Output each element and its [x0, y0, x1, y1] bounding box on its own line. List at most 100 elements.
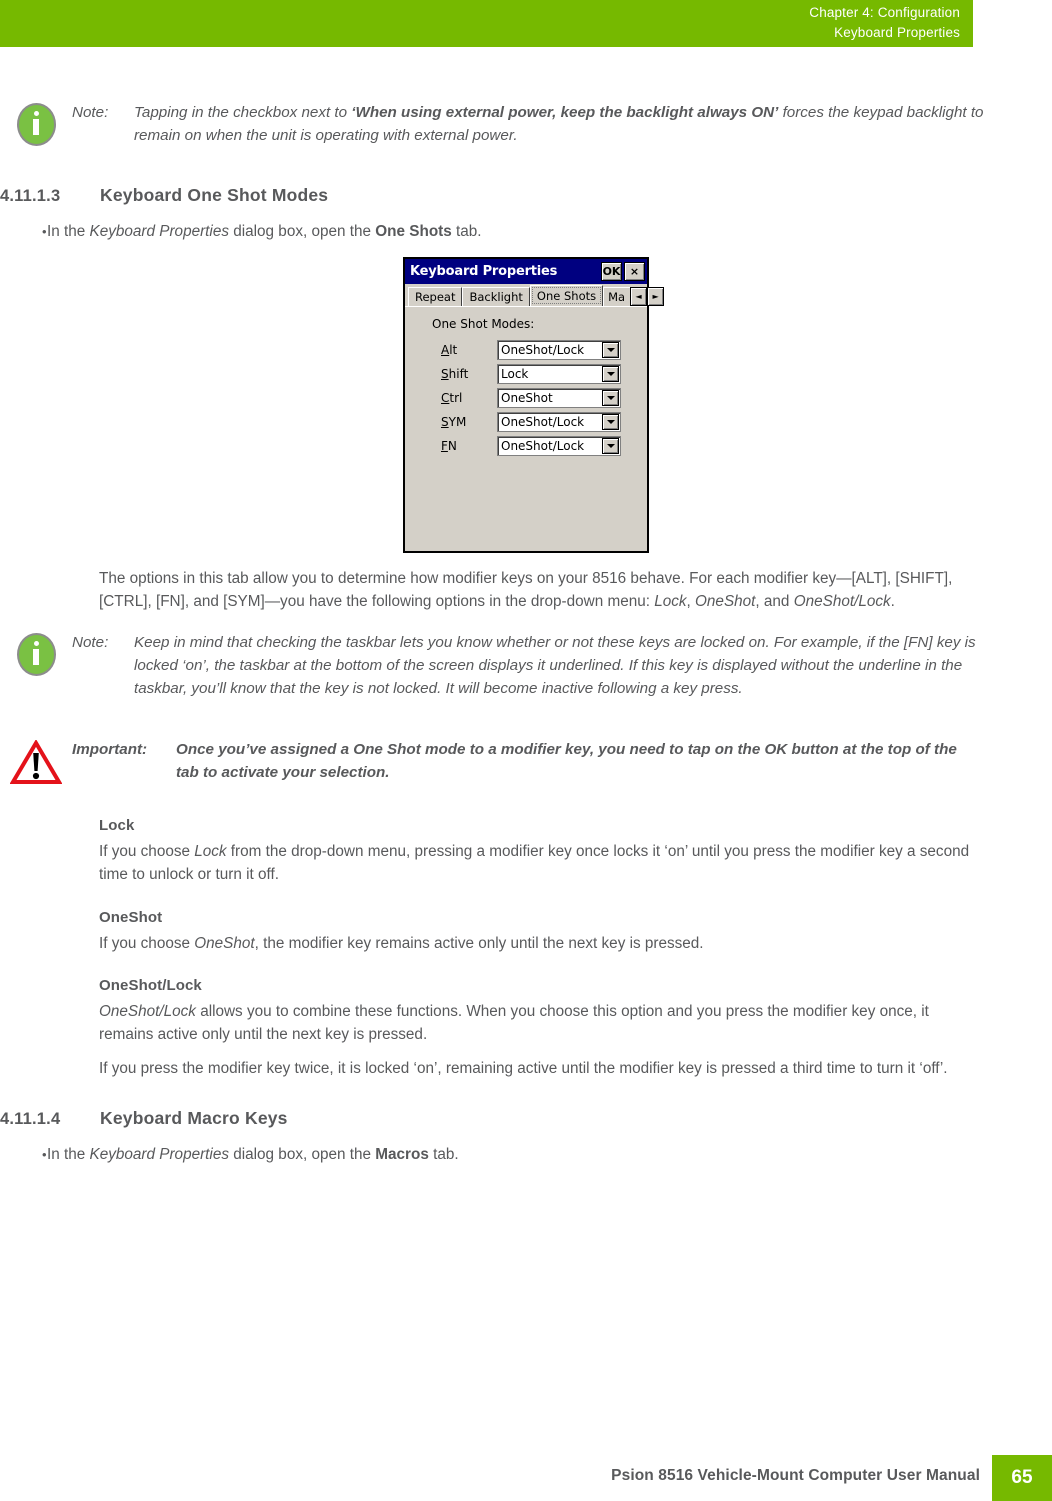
paragraph-oneshot-lock-1: OneShot/Lock allows you to combine these… [0, 1000, 1052, 1047]
one-shot-modes-group-label: One Shot Modes: [432, 317, 535, 331]
note-body: Note: Tapping in the checkbox next to ‘W… [72, 101, 1052, 147]
combo-fn[interactable]: OneShot/Lock [497, 436, 621, 456]
note-taskbar-body: Note: Keep in mind that checking the tas… [72, 631, 1052, 700]
dialog-screenshot-wrap: Keyboard Properties OK × Repeat Backligh… [0, 257, 1052, 553]
dialog-titlebar: Keyboard Properties OK × [405, 259, 647, 284]
dialog-close-button[interactable]: × [624, 262, 645, 281]
tab-one-shots[interactable]: One Shots [529, 285, 604, 306]
dialog-title: Keyboard Properties [410, 264, 558, 279]
bullet-macro-bold: Macros [375, 1146, 429, 1164]
combo-fn-value: OneShot/Lock [501, 439, 585, 453]
important-text: Once you’ve assigned a One Shot mode to … [176, 740, 957, 781]
par-opt-sep1: , [686, 593, 696, 611]
tab-scroll-controls: ◄ ► [630, 287, 665, 306]
row-ctrl: Ctrl OneShot [405, 388, 647, 408]
note-callout-backlight: Note: Tapping in the checkbox next to ‘W… [0, 101, 1052, 147]
par-osl-post: allows you to combine these functions. W… [99, 1003, 929, 1044]
footer-manual-title: Psion 8516 Vehicle-Mount Computer User M… [611, 1467, 980, 1484]
subhead-oneshot: OneShot [99, 908, 163, 926]
combo-shift-value: Lock [501, 367, 529, 381]
label-sym-accel: S [441, 415, 449, 429]
par-oneshot-pre: If you choose [99, 934, 195, 952]
par-opt-oneshot: OneShot [695, 593, 756, 611]
bullet-bold: One Shots [375, 223, 452, 240]
bullet-macro-pre: In the [47, 1146, 90, 1164]
bullet-text-macro: In the Keyboard Properties dialog box, o… [47, 1143, 459, 1166]
bullet-dot-icon: • [42, 224, 47, 239]
dialog-body: One Shot Modes: Alt OneShot/Lock Shift L… [405, 306, 647, 551]
info-icon [16, 103, 56, 146]
important-label: Important: [72, 740, 148, 758]
dialog-ok-button[interactable]: OK [601, 262, 622, 281]
row-alt: Alt OneShot/Lock [405, 340, 647, 360]
section-title: Keyboard One Shot Modes [100, 185, 329, 205]
note-taskbar-text: Keep in mind that checking the taskbar l… [134, 633, 976, 697]
dialog-tab-strip: Repeat Backlight One Shots Ma ◄ ► [405, 284, 665, 306]
tab-backlight[interactable]: Backlight [462, 287, 530, 306]
tab-macros[interactable]: Ma [603, 287, 631, 306]
keyboard-properties-dialog: Keyboard Properties OK × Repeat Backligh… [403, 257, 665, 553]
warning-triangle-icon [10, 739, 62, 785]
par-oneshot-post: , the modifier key remains active only u… [254, 934, 704, 952]
combo-ctrl[interactable]: OneShot [497, 388, 621, 408]
footer-page-box: 65 [992, 1455, 1052, 1501]
section-number-macro: 4.11.1.4 [0, 1110, 61, 1129]
tab-scroll-right-icon[interactable]: ► [647, 287, 665, 306]
par-lock-post: from the drop-down menu, pressing a modi… [99, 842, 970, 884]
header-chapter: Chapter 4: Configuration [809, 5, 960, 20]
par-opt-end: . [890, 593, 895, 611]
combo-ctrl-value: OneShot [501, 391, 553, 405]
chevron-down-icon[interactable] [602, 342, 619, 358]
bullet-open-one-shots-tab: • In the Keyboard Properties dialog box,… [0, 220, 1052, 243]
combo-sym-value: OneShot/Lock [501, 415, 585, 429]
note-text: Tapping in the checkbox next to ‘When us… [134, 101, 992, 147]
tab-scroll-left-icon[interactable]: ◄ [630, 287, 648, 306]
row-shift: Shift Lock [405, 364, 647, 384]
par-oneshot-italic: OneShot [194, 934, 255, 952]
par-lock-pre: If you choose [99, 842, 195, 860]
paragraph-options-description: The options in this tab allow you to det… [0, 567, 1052, 614]
combo-shift[interactable]: Lock [497, 364, 621, 384]
chevron-down-icon[interactable] [602, 366, 619, 382]
chevron-down-icon[interactable] [602, 414, 619, 430]
paragraph-oneshot: If you choose OneShot, the modifier key … [0, 932, 1052, 955]
label-shift: Shift [441, 367, 497, 381]
par-opt-lock: Lock [654, 593, 687, 611]
page-footer: Psion 8516 Vehicle-Mount Computer User M… [0, 1455, 1052, 1501]
paragraph-lock: If you choose Lock from the drop-down me… [0, 840, 1052, 887]
label-alt: Alt [441, 343, 497, 357]
bullet-pre: In the [47, 223, 90, 240]
par-osl-italic: OneShot/Lock [99, 1003, 196, 1021]
par-lock-italic: Lock [194, 842, 227, 860]
section-number: 4.11.1.3 [0, 187, 61, 205]
bullet-post: tab. [451, 223, 482, 240]
label-fn-accel: F [441, 439, 448, 453]
section-heading-macro-keys: 4.11.1.4 Keyboard Macro Keys [0, 1108, 1052, 1129]
bullet-italic: Keyboard Properties [89, 223, 229, 240]
chevron-down-icon[interactable] [602, 390, 619, 406]
note-taskbar-label: Note: [72, 633, 109, 651]
label-shift-accel: S [441, 367, 449, 381]
bullet-macro-post: tab. [428, 1146, 459, 1164]
info-icon [16, 632, 56, 676]
chevron-down-icon[interactable] [602, 438, 619, 454]
label-ctrl: Ctrl [441, 391, 497, 405]
row-sym: SYM OneShot/Lock [405, 412, 647, 432]
bullet-dot-icon: • [42, 1147, 47, 1163]
subhead-oneshot-lock: OneShot/Lock [99, 977, 202, 995]
bullet-macro-italic: Keyboard Properties [89, 1146, 229, 1164]
label-fn-rest: N [447, 439, 457, 453]
tab-repeat[interactable]: Repeat [408, 287, 463, 306]
par-opt-sep2: , and [755, 593, 794, 611]
note-icon-wrap [0, 101, 72, 146]
bullet-macro-mid: dialog box, open the [228, 1146, 376, 1164]
important-body: Important: Once you’ve assigned a One Sh… [72, 738, 1052, 784]
label-fn: FN [441, 439, 497, 453]
important-icon-wrap [0, 738, 72, 785]
section-title-macro: Keyboard Macro Keys [100, 1108, 288, 1129]
combo-sym[interactable]: OneShot/Lock [497, 412, 621, 432]
combo-alt[interactable]: OneShot/Lock [497, 340, 621, 360]
bullet-mid: dialog box, open the [228, 223, 376, 240]
header-section: Keyboard Properties [834, 25, 960, 40]
section-heading-one-shot-modes: 4.11.1.3 Keyboard One Shot Modes [0, 185, 1052, 206]
